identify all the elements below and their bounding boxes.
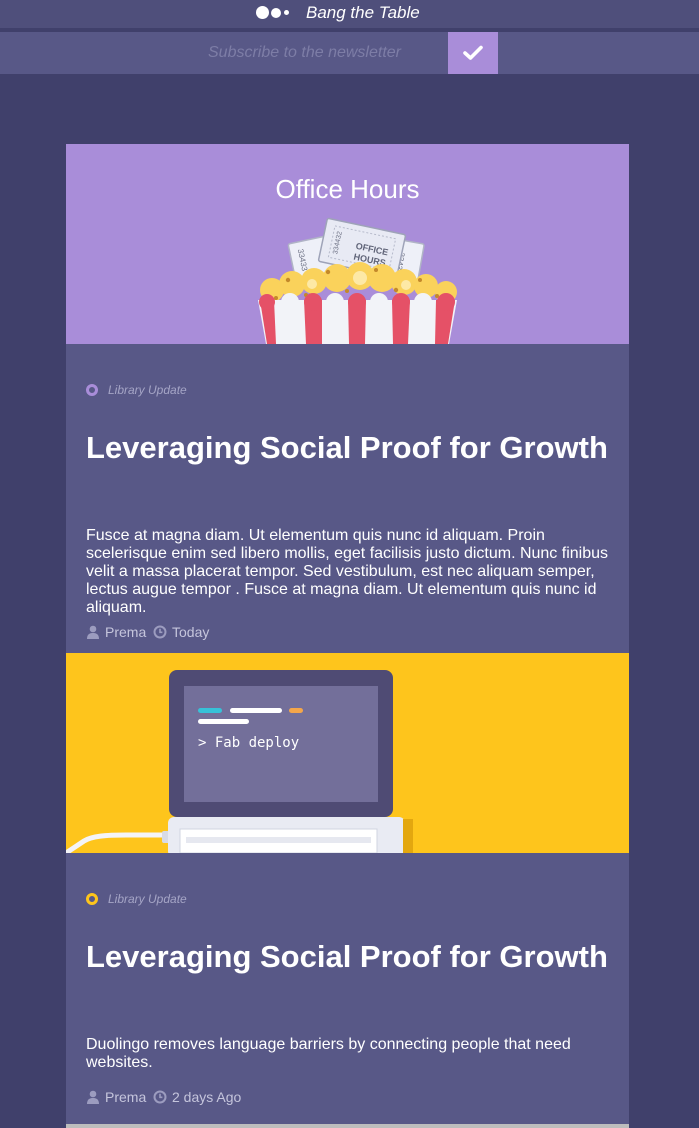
tag-label: Library Update: [108, 892, 187, 906]
tag-label: Library Update: [108, 383, 187, 397]
user-icon: [87, 1090, 99, 1104]
post-image[interactable]: > Fab deploy: [66, 653, 629, 853]
post-excerpt: Duolingo removes language barriers by co…: [86, 1036, 571, 1071]
tag-dot-icon: [86, 384, 98, 396]
post-date: Today: [172, 624, 210, 640]
terminal-command: > Fab deploy: [198, 735, 299, 751]
post-author[interactable]: Prema: [105, 623, 146, 641]
user-icon: [87, 625, 99, 639]
post-author[interactable]: Prema: [105, 1088, 146, 1106]
tag-dot-icon: [86, 893, 98, 905]
post-card[interactable]: > Fab deploy Library Update Leveraging S…: [66, 653, 629, 1124]
post-excerpt: Fusce at magna diam. Ut elementum quis n…: [86, 527, 608, 616]
newsletter-email-input[interactable]: [198, 32, 444, 74]
next-post-image-edge: [66, 1124, 629, 1128]
post-body: Library Update Leveraging Social Proof f…: [66, 344, 629, 653]
post-body: Library Update Leveraging Social Proof f…: [66, 853, 629, 1124]
post-title[interactable]: Leveraging Social Proof for Growth: [86, 938, 609, 975]
post-date: 2 days Ago: [172, 1089, 242, 1105]
three-dots-logo-icon[interactable]: [256, 6, 296, 22]
post-card[interactable]: Office Hours 33433 OFFICE HOURS 334432 3…: [66, 144, 629, 653]
checkmark-icon: [463, 45, 483, 60]
newsletter-submit-button[interactable]: [448, 32, 498, 74]
clock-icon: [153, 625, 167, 639]
brand-name[interactable]: Bang the Table: [306, 3, 420, 23]
post-title[interactable]: Leveraging Social Proof for Growth: [86, 429, 609, 466]
laptop-illustration: > Fab deploy: [66, 670, 413, 853]
post-image[interactable]: Office Hours 33433 OFFICE HOURS 334432 3…: [66, 144, 629, 344]
popcorn-illustration: 33433 OFFICE HOURS 334432 33433: [258, 217, 457, 344]
clock-icon: [153, 1090, 167, 1104]
